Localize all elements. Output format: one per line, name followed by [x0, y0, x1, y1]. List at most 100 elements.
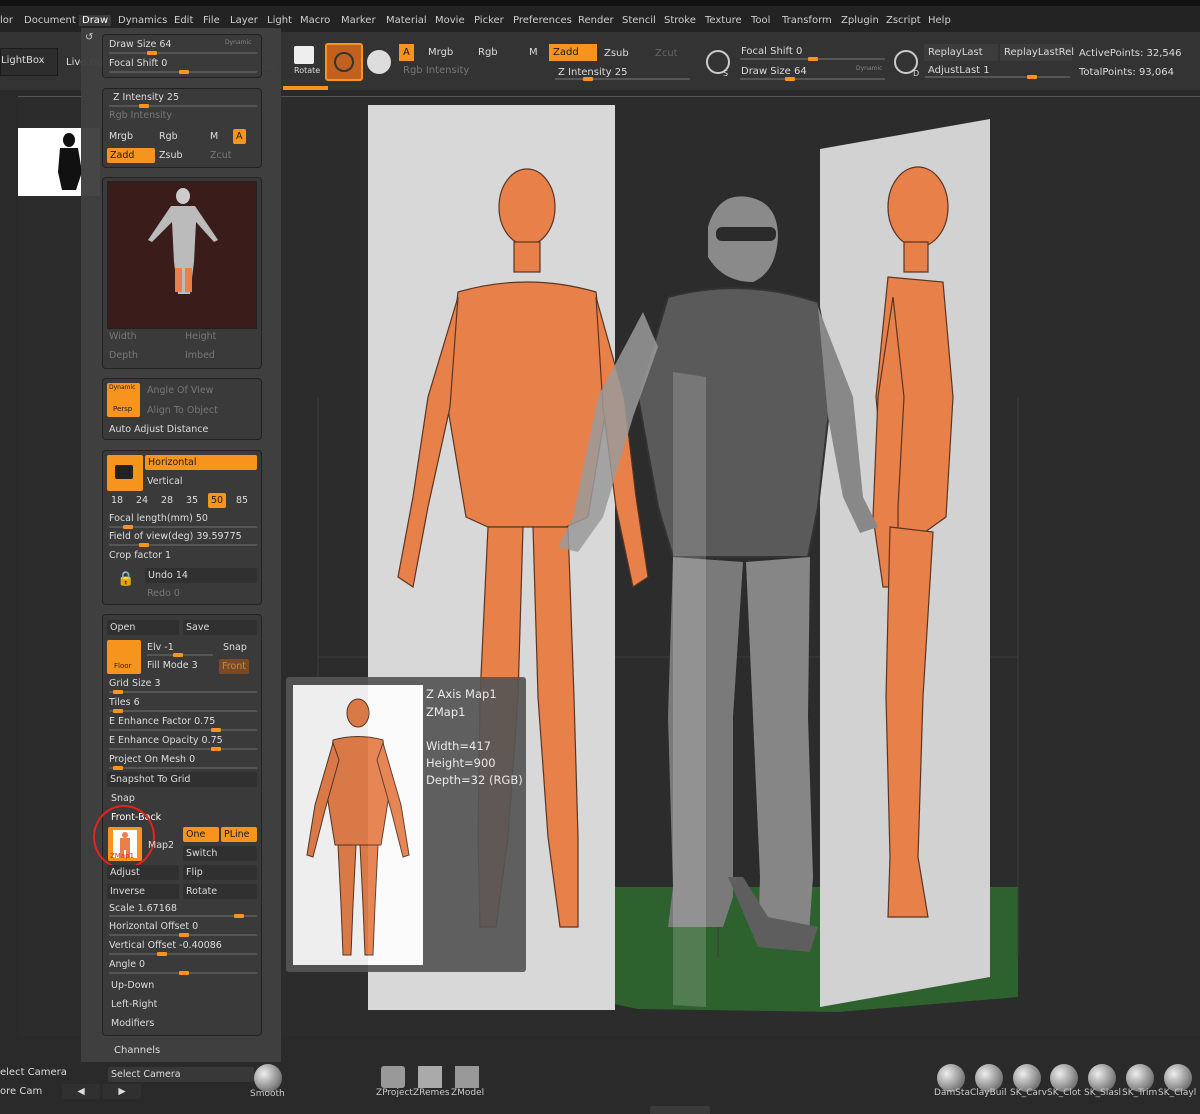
- zcut-button[interactable]: Zcut: [651, 45, 682, 62]
- zsub-button[interactable]: Zsub: [600, 45, 633, 62]
- panel-project-on-mesh[interactable]: Project On Mesh 0: [109, 754, 195, 765]
- menu-render[interactable]: Render: [578, 15, 614, 26]
- panel-vertical[interactable]: Vertical: [147, 476, 183, 487]
- panel-snapshot-to-grid[interactable]: Snapshot To Grid: [107, 772, 257, 787]
- menu-stencil[interactable]: Stencil: [622, 15, 656, 26]
- menu-macro[interactable]: Macro: [300, 15, 330, 26]
- menu-edit[interactable]: Edit: [174, 15, 193, 26]
- panel-horizontal[interactable]: Horizontal: [145, 455, 257, 470]
- panel-open[interactable]: Open: [107, 620, 179, 635]
- a-toggle[interactable]: A: [399, 44, 414, 61]
- panel-draw-size[interactable]: Draw Size 64: [109, 39, 171, 50]
- h-offset-track[interactable]: [109, 933, 257, 937]
- panel-zsub[interactable]: Zsub: [159, 150, 183, 161]
- panel-scale[interactable]: Scale 1.67168: [109, 903, 177, 914]
- panel-z-intensity[interactable]: Z Intensity 25: [113, 92, 179, 103]
- panel-dynamic[interactable]: Dynamic: [225, 39, 251, 46]
- panel-pline[interactable]: PLine: [221, 827, 257, 842]
- panel-focal-shift-track[interactable]: [109, 70, 257, 74]
- panel-modifiers[interactable]: Modifiers: [111, 1018, 154, 1029]
- draw-size-track[interactable]: [740, 77, 885, 81]
- menu-marker[interactable]: Marker: [341, 15, 376, 26]
- rgb-intensity-slider[interactable]: Rgb Intensity: [399, 62, 473, 79]
- model-preview[interactable]: [107, 181, 257, 329]
- panel-up-down[interactable]: Up-Down: [111, 980, 154, 991]
- menu-draw[interactable]: Draw: [79, 15, 112, 26]
- panel-height[interactable]: Height: [185, 331, 216, 342]
- dynamic-label[interactable]: Dynamic: [852, 62, 886, 75]
- panel-inverse[interactable]: Inverse: [107, 884, 179, 899]
- m-button[interactable]: M: [525, 44, 542, 61]
- lens-35[interactable]: 35: [186, 495, 198, 506]
- panel-front[interactable]: Front: [219, 659, 250, 674]
- menu-tool[interactable]: Tool: [751, 15, 770, 26]
- prev-camera-icon[interactable]: ◀: [62, 1084, 100, 1099]
- menu-movie[interactable]: Movie: [435, 15, 465, 26]
- replay-last-rel-button[interactable]: ReplayLastRel: [1000, 44, 1074, 61]
- scroll-handle[interactable]: [650, 1106, 710, 1114]
- panel-zcut[interactable]: Zcut: [210, 150, 231, 161]
- menu-file[interactable]: File: [203, 15, 220, 26]
- persp-button[interactable]: Dynamic Persp: [107, 383, 140, 417]
- focal-length-track[interactable]: [109, 525, 257, 529]
- panel-zadd[interactable]: Zadd: [107, 148, 155, 163]
- stroke-icon[interactable]: [367, 50, 391, 74]
- angle-track[interactable]: [109, 971, 257, 975]
- panel-elv[interactable]: Elv -1: [147, 642, 174, 653]
- panel-angle-of-view[interactable]: Angle Of View: [147, 385, 213, 396]
- replay-last-button[interactable]: ReplayLast: [924, 44, 998, 61]
- zproject-icon[interactable]: [381, 1066, 405, 1088]
- panel-left-right[interactable]: Left-Right: [111, 999, 157, 1010]
- panel-grid-size[interactable]: Grid Size 3: [109, 678, 161, 689]
- panel-tiles[interactable]: Tiles 6: [109, 697, 140, 708]
- panel-e-enhance-factor[interactable]: E Enhance Factor 0.75: [109, 716, 215, 727]
- lightbox-button[interactable]: LightBox: [0, 48, 58, 76]
- panel-undo[interactable]: Undo 14: [145, 568, 257, 583]
- smooth-icon[interactable]: [254, 1064, 282, 1092]
- menu-layer[interactable]: Layer: [230, 15, 258, 26]
- menu-document[interactable]: Document: [24, 15, 76, 26]
- lens-28[interactable]: 28: [161, 495, 173, 506]
- panel-depth[interactable]: Depth: [109, 350, 138, 361]
- rotate-icon[interactable]: [294, 46, 314, 64]
- panel-v-offset[interactable]: Vertical Offset -0.40086: [109, 940, 222, 951]
- panel-h-offset[interactable]: Horizontal Offset 0: [109, 921, 198, 932]
- z-intensity-track[interactable]: [555, 77, 690, 81]
- panel-mrgb[interactable]: Mrgb: [109, 131, 133, 142]
- e-enhance-factor-track[interactable]: [109, 728, 257, 732]
- panel-map2[interactable]: Map2: [148, 840, 174, 851]
- menu-picker[interactable]: Picker: [474, 15, 504, 26]
- lock-icon[interactable]: 🔒: [117, 571, 137, 591]
- menu-preferences[interactable]: Preferences: [513, 15, 572, 26]
- floor-button[interactable]: Floor: [107, 640, 141, 674]
- panel-snap[interactable]: Snap: [223, 642, 247, 653]
- menu-texture[interactable]: Texture: [705, 15, 742, 26]
- fov-track[interactable]: [109, 543, 257, 547]
- rgb-button[interactable]: Rgb: [474, 44, 502, 61]
- panel-e-enhance-opacity[interactable]: E Enhance Opacity 0.75: [109, 735, 223, 746]
- panel-focal-shift[interactable]: Focal Shift 0: [109, 58, 167, 69]
- lens-50[interactable]: 50: [208, 493, 227, 508]
- zremesh-icon[interactable]: [418, 1066, 442, 1088]
- menu-help[interactable]: Help: [928, 15, 951, 26]
- v-offset-track[interactable]: [109, 952, 257, 956]
- camera-icon[interactable]: [107, 455, 143, 491]
- select-camera-left[interactable]: elect Camera: [0, 1067, 67, 1078]
- tiles-track[interactable]: [109, 709, 257, 713]
- refresh-icon[interactable]: ↺: [85, 32, 95, 43]
- panel-rotate[interactable]: Rotate: [183, 884, 257, 899]
- panel-width[interactable]: Width: [109, 331, 137, 342]
- menu-dynamics[interactable]: Dynamics: [118, 15, 167, 26]
- brush-icon[interactable]: [325, 43, 363, 81]
- project-on-mesh-track[interactable]: [109, 766, 257, 770]
- menu-color[interactable]: lor: [0, 15, 13, 26]
- panel-angle[interactable]: Angle 0: [109, 959, 145, 970]
- zadd-button[interactable]: Zadd: [549, 44, 597, 61]
- lens-85[interactable]: 85: [236, 495, 248, 506]
- mrgb-button[interactable]: Mrgb: [424, 44, 457, 61]
- adjust-last-track[interactable]: [925, 75, 1070, 79]
- panel-flip[interactable]: Flip: [183, 865, 257, 880]
- panel-focal-length[interactable]: Focal length(mm) 50: [109, 513, 208, 524]
- scale-track[interactable]: [109, 914, 257, 918]
- panel-draw-size-track[interactable]: [109, 51, 257, 55]
